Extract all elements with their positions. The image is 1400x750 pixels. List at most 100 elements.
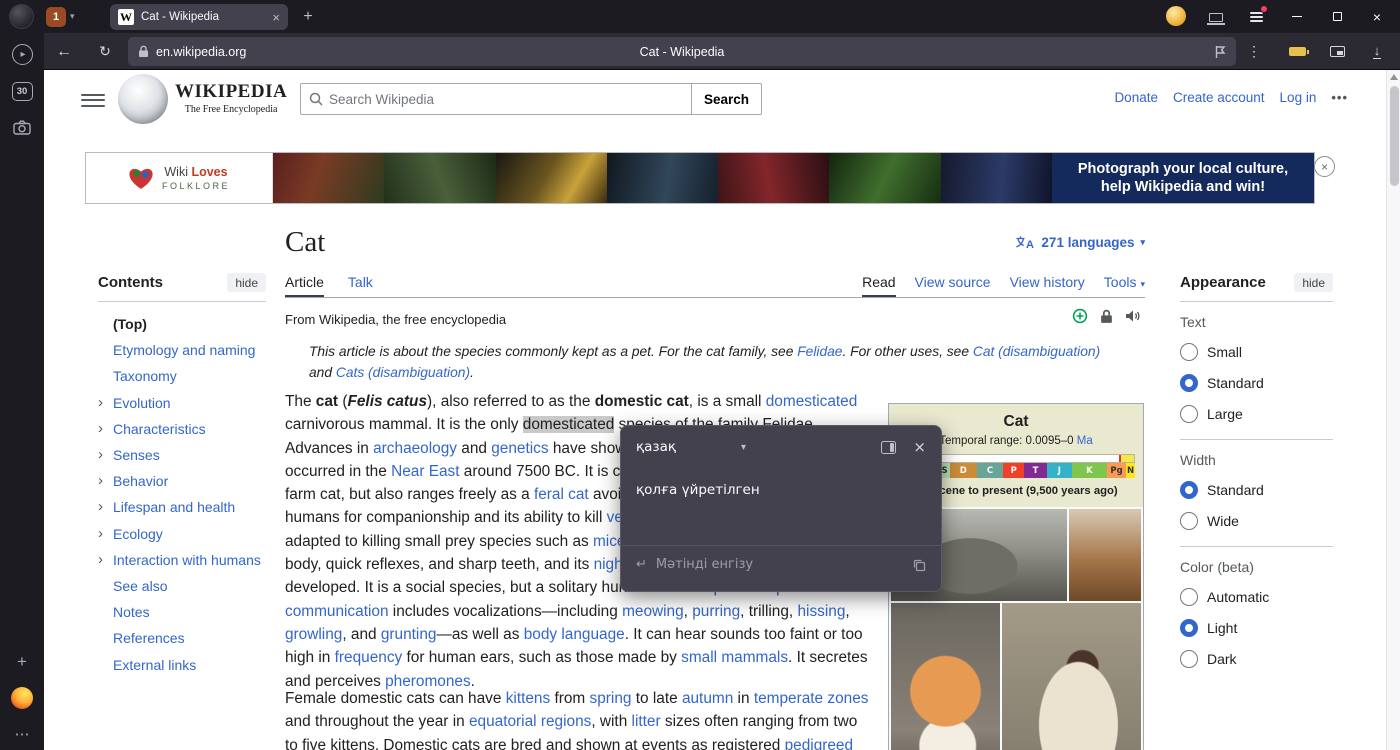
toc-link[interactable]: References bbox=[113, 630, 185, 646]
toc-item-ecology[interactable]: ›Ecology bbox=[98, 521, 266, 547]
view-tools[interactable]: Tools▾ bbox=[1104, 267, 1145, 297]
toc-link[interactable]: Behavior bbox=[113, 473, 168, 489]
toc-item-taxonomy[interactable]: Taxonomy bbox=[98, 363, 266, 389]
radio-option-text-standard[interactable]: Standard bbox=[1180, 374, 1333, 392]
toc-link[interactable]: See also bbox=[113, 578, 167, 594]
wiki-link[interactable]: grunting bbox=[381, 626, 437, 643]
scrollbar-thumb[interactable] bbox=[1390, 86, 1399, 186]
toc-link[interactable]: Ecology bbox=[113, 526, 163, 542]
radio-icon[interactable] bbox=[1180, 512, 1198, 530]
appearance-hide-button[interactable]: hide bbox=[1294, 273, 1333, 292]
spoken-article-icon[interactable] bbox=[1125, 309, 1141, 323]
wiki-link[interactable]: domesticated bbox=[766, 393, 858, 410]
search-button[interactable]: Search bbox=[692, 83, 762, 115]
tab-talk[interactable]: Talk bbox=[348, 267, 373, 297]
toc-expand-icon[interactable]: › bbox=[98, 416, 103, 442]
radio-icon[interactable] bbox=[1180, 374, 1198, 392]
toc-expand-icon[interactable]: › bbox=[98, 468, 103, 494]
wiki-link[interactable]: Cats (disambiguation) bbox=[336, 365, 470, 380]
view-read[interactable]: Read bbox=[862, 267, 895, 297]
search-box[interactable] bbox=[300, 83, 692, 115]
radio-icon[interactable] bbox=[1180, 405, 1198, 423]
wiki-link[interactable]: Cat (disambiguation) bbox=[973, 344, 1100, 359]
screenshot-button[interactable] bbox=[6, 112, 38, 142]
toc-hide-button[interactable]: hide bbox=[227, 273, 266, 292]
media-button[interactable]: ▸ bbox=[6, 39, 38, 69]
site-menu-button[interactable] bbox=[81, 88, 105, 112]
wiki-link[interactable]: body language bbox=[524, 626, 625, 643]
toc-link[interactable]: Notes bbox=[113, 604, 150, 620]
rail-more-button[interactable]: ⋯ bbox=[6, 719, 38, 749]
radio-option-color-beta-light[interactable]: Light bbox=[1180, 619, 1333, 637]
dock-icon[interactable] bbox=[881, 441, 896, 454]
toc-link[interactable]: External links bbox=[113, 657, 196, 673]
radio-option-text-small[interactable]: Small bbox=[1180, 343, 1333, 361]
page-protection-lock-icon[interactable] bbox=[1100, 309, 1113, 324]
workspace-button[interactable]: 1 ▾ bbox=[46, 6, 75, 27]
wiki-link[interactable]: meowing bbox=[622, 603, 684, 620]
banner-close-button[interactable]: × bbox=[1314, 156, 1335, 177]
bookmark-icon[interactable] bbox=[1214, 45, 1226, 59]
toc-link[interactable]: (Top) bbox=[113, 316, 147, 332]
create-account-link[interactable]: Create account bbox=[1173, 90, 1265, 105]
window-close-button[interactable]: × bbox=[1361, 0, 1393, 33]
toc-link[interactable]: Evolution bbox=[113, 395, 171, 411]
ma-link[interactable]: Ma bbox=[1077, 435, 1093, 447]
toc-item-external-links[interactable]: External links bbox=[98, 652, 266, 678]
toc-item-senses[interactable]: ›Senses bbox=[98, 442, 266, 468]
profile-avatar[interactable] bbox=[1166, 6, 1186, 26]
toc-link[interactable]: Interaction with humans bbox=[113, 552, 261, 568]
toc-link[interactable]: Etymology and naming bbox=[113, 342, 255, 358]
fundraising-banner[interactable]: Wiki Loves FOLKLORE Photograph your loca… bbox=[85, 152, 1315, 204]
tab-close-icon[interactable]: × bbox=[272, 11, 280, 24]
wiki-link[interactable]: temperate zones bbox=[754, 690, 869, 707]
url-bar[interactable]: en.wikipedia.org Cat - Wikipedia bbox=[128, 37, 1236, 66]
popup-language-selector[interactable]: қазақ ▾ bbox=[636, 439, 746, 455]
radio-icon[interactable] bbox=[1180, 343, 1198, 361]
radio-option-color-beta-automatic[interactable]: Automatic bbox=[1180, 588, 1333, 606]
toc-expand-icon[interactable]: › bbox=[98, 547, 103, 573]
window-minimize-button[interactable] bbox=[1281, 0, 1313, 33]
wiki-link[interactable]: equatorial regions bbox=[469, 713, 591, 730]
new-tab-button[interactable]: + bbox=[296, 5, 320, 29]
overflow-menu-button[interactable]: ⋮ bbox=[1241, 39, 1267, 64]
text-input-hint[interactable]: Мәтінді енгізу bbox=[656, 557, 753, 572]
toc-link[interactable]: Taxonomy bbox=[113, 368, 177, 384]
radio-icon[interactable] bbox=[1180, 619, 1198, 637]
wiki-link[interactable]: archaeology bbox=[373, 440, 457, 457]
wiki-link[interactable]: hissing bbox=[797, 603, 845, 620]
scroll-up-arrow[interactable] bbox=[1390, 74, 1398, 80]
toc-item-notes[interactable]: Notes bbox=[98, 599, 266, 625]
workspace-number[interactable]: 1 bbox=[46, 7, 66, 27]
toc-item-etymology-and-naming[interactable]: Etymology and naming bbox=[98, 337, 266, 363]
toc-item-characteristics[interactable]: ›Characteristics bbox=[98, 416, 266, 442]
toc-item-top[interactable]: (Top) bbox=[98, 311, 266, 337]
infobox-photo-abyssinian-cat[interactable] bbox=[1069, 509, 1141, 601]
view-view-source[interactable]: View source bbox=[915, 267, 991, 297]
popup-close-button[interactable]: × bbox=[913, 440, 926, 455]
radio-option-width-standard[interactable]: Standard bbox=[1180, 481, 1333, 499]
picture-in-picture-button[interactable] bbox=[1324, 39, 1350, 64]
download-button[interactable]: ↓ bbox=[1364, 39, 1390, 64]
back-button[interactable]: ← bbox=[51, 39, 77, 64]
toc-expand-icon[interactable]: › bbox=[98, 442, 103, 468]
window-maximize-button[interactable] bbox=[1321, 0, 1353, 33]
infobox-photo-orange-white-cat[interactable] bbox=[891, 603, 1000, 750]
banner-message[interactable]: Photograph your local culture, help Wiki… bbox=[1052, 153, 1314, 203]
firefox-button[interactable] bbox=[6, 683, 38, 713]
toc-item-behavior[interactable]: › Behavior bbox=[98, 468, 266, 494]
radio-option-width-wide[interactable]: Wide bbox=[1180, 512, 1333, 530]
app-menu-button[interactable] bbox=[1244, 7, 1268, 27]
toc-item-interaction-with-humans[interactable]: › Interaction with humans bbox=[98, 547, 266, 573]
wikipedia-logo-icon[interactable] bbox=[118, 74, 168, 124]
reload-button[interactable]: ↻ bbox=[92, 39, 118, 64]
user-menu-button[interactable]: ••• bbox=[1331, 90, 1348, 105]
radio-icon[interactable] bbox=[1180, 588, 1198, 606]
wiki-link[interactable]: Felidae bbox=[797, 344, 842, 359]
languages-button[interactable]: A 271 languages ▾ bbox=[1015, 235, 1145, 250]
wiki-link[interactable]: feral cat bbox=[534, 486, 589, 503]
tab-counter-badge[interactable]: 30 bbox=[6, 76, 38, 106]
tab-article[interactable]: Article bbox=[285, 267, 324, 297]
radio-option-text-large[interactable]: Large bbox=[1180, 405, 1333, 423]
radio-icon[interactable] bbox=[1180, 650, 1198, 668]
